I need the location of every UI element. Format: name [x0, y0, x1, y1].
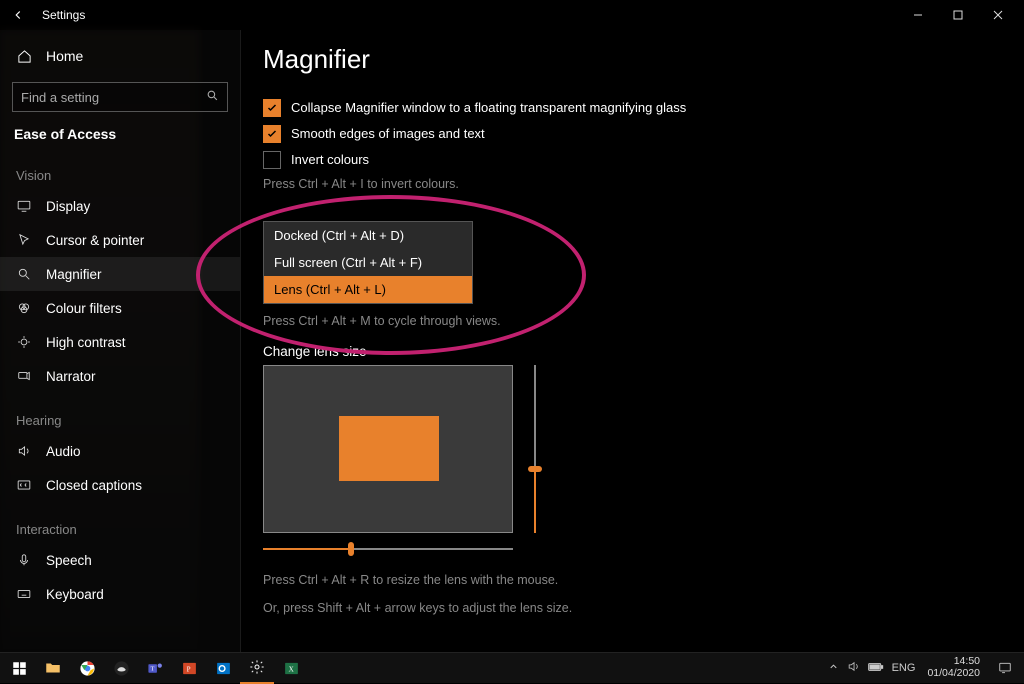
nav-label: Cursor & pointer: [46, 233, 144, 248]
svg-text:P: P: [186, 665, 190, 673]
tray-battery-icon[interactable]: [868, 661, 884, 676]
group-label-hearing: Hearing: [0, 393, 240, 434]
sidebar: Home Ease of Access Vision Display Curso…: [0, 30, 240, 652]
taskbar-chrome[interactable]: [70, 653, 104, 684]
high-contrast-icon: [16, 334, 32, 350]
speech-icon: [16, 552, 32, 568]
checkbox-label: Smooth edges of images and text: [291, 125, 485, 143]
taskbar-excel[interactable]: X: [274, 653, 308, 684]
nav-speech[interactable]: Speech: [0, 543, 240, 577]
group-label-interaction: Interaction: [0, 502, 240, 543]
colour-filters-icon: [16, 300, 32, 316]
checkbox-icon: [263, 151, 281, 169]
taskbar: T P X ENG 14:50 01/04/2020: [0, 652, 1024, 683]
tray-chevron-up-icon[interactable]: [828, 661, 839, 675]
taskbar-file-explorer[interactable]: [36, 653, 70, 684]
back-button[interactable]: [6, 3, 30, 27]
nav-label: Narrator: [46, 369, 96, 384]
window-title: Settings: [42, 8, 85, 22]
nav-high-contrast[interactable]: High contrast: [0, 325, 240, 359]
home-icon: [16, 48, 32, 64]
hint-cycle-views: Press Ctrl + Alt + M to cycle through vi…: [263, 314, 1024, 328]
checkbox-collapse-window[interactable]: Collapse Magnifier window to a floating …: [263, 99, 723, 117]
nav-magnifier[interactable]: Magnifier: [0, 257, 240, 291]
cursor-icon: [16, 232, 32, 248]
search-box[interactable]: [12, 82, 228, 112]
nav-label: Audio: [46, 444, 81, 459]
slider-thumb-icon: [528, 466, 542, 472]
group-label-vision: Vision: [0, 148, 240, 189]
slider-thumb-icon: [348, 542, 354, 556]
nav-label: High contrast: [46, 335, 126, 350]
nav-label: Speech: [46, 553, 92, 568]
nav-narrator[interactable]: Narrator: [0, 359, 240, 393]
checkbox-label: Invert colours: [291, 151, 369, 169]
search-icon: [206, 89, 219, 105]
start-button[interactable]: [2, 653, 36, 684]
nav-keyboard[interactable]: Keyboard: [0, 577, 240, 611]
checkbox-smooth-edges[interactable]: Smooth edges of images and text: [263, 125, 723, 143]
magnifier-icon: [16, 266, 32, 282]
svg-text:X: X: [288, 665, 293, 673]
close-button[interactable]: [978, 3, 1018, 27]
main-content: Magnifier Collapse Magnifier window to a…: [240, 30, 1024, 652]
tray-notifications-icon[interactable]: [992, 653, 1018, 684]
nav-label: Magnifier: [46, 267, 102, 282]
dropdown-option-fullscreen[interactable]: Full screen (Ctrl + Alt + F): [264, 249, 472, 276]
nav-label: Closed captions: [46, 478, 142, 493]
lens-height-slider[interactable]: [525, 365, 545, 533]
nav-label: Display: [46, 199, 90, 214]
audio-icon: [16, 443, 32, 459]
minimize-button[interactable]: [898, 3, 938, 27]
home-label: Home: [46, 48, 83, 64]
clock-date: 01/04/2020: [927, 668, 980, 680]
taskbar-powerpoint[interactable]: P: [172, 653, 206, 684]
nav-label: Colour filters: [46, 301, 122, 316]
page-title: Magnifier: [263, 44, 1024, 75]
display-icon: [16, 198, 32, 214]
checkbox-invert-colours[interactable]: Invert colours: [263, 151, 723, 169]
narrator-icon: [16, 368, 32, 384]
lens-inner-rect: [339, 416, 439, 481]
nav-label: Keyboard: [46, 587, 104, 602]
lens-preview: [263, 365, 513, 533]
nav-display[interactable]: Display: [0, 189, 240, 223]
dropdown-option-docked[interactable]: Docked (Ctrl + Alt + D): [264, 222, 472, 249]
lens-size-label: Change lens size: [263, 344, 1024, 359]
home-nav[interactable]: Home: [0, 40, 240, 72]
category-heading: Ease of Access: [0, 120, 240, 148]
lens-width-slider[interactable]: [263, 539, 513, 559]
tray-volume-icon[interactable]: [847, 660, 860, 676]
hint-invert: Press Ctrl + Alt + I to invert colours.: [263, 177, 1024, 191]
svg-text:T: T: [150, 665, 154, 672]
taskbar-app-round[interactable]: [104, 653, 138, 684]
taskbar-outlook[interactable]: [206, 653, 240, 684]
view-dropdown-open[interactable]: Docked (Ctrl + Alt + D) Full screen (Ctr…: [263, 221, 473, 304]
nav-audio[interactable]: Audio: [0, 434, 240, 468]
tray-clock[interactable]: 14:50 01/04/2020: [921, 656, 986, 679]
hint-resize-keys: Or, press Shift + Alt + arrow keys to ad…: [263, 601, 1024, 615]
checkbox-icon: [263, 99, 281, 117]
checkbox-icon: [263, 125, 281, 143]
nav-closed-captions[interactable]: Closed captions: [0, 468, 240, 502]
dropdown-option-lens[interactable]: Lens (Ctrl + Alt + L): [264, 276, 472, 303]
keyboard-icon: [16, 586, 32, 602]
taskbar-settings[interactable]: [240, 653, 274, 684]
maximize-button[interactable]: [938, 3, 978, 27]
captions-icon: [16, 477, 32, 493]
nav-cursor[interactable]: Cursor & pointer: [0, 223, 240, 257]
tray-language[interactable]: ENG: [892, 662, 916, 674]
nav-colour-filters[interactable]: Colour filters: [0, 291, 240, 325]
hint-resize-mouse: Press Ctrl + Alt + R to resize the lens …: [263, 573, 1024, 587]
checkbox-label: Collapse Magnifier window to a floating …: [291, 99, 686, 117]
taskbar-teams[interactable]: T: [138, 653, 172, 684]
search-input[interactable]: [21, 90, 206, 105]
